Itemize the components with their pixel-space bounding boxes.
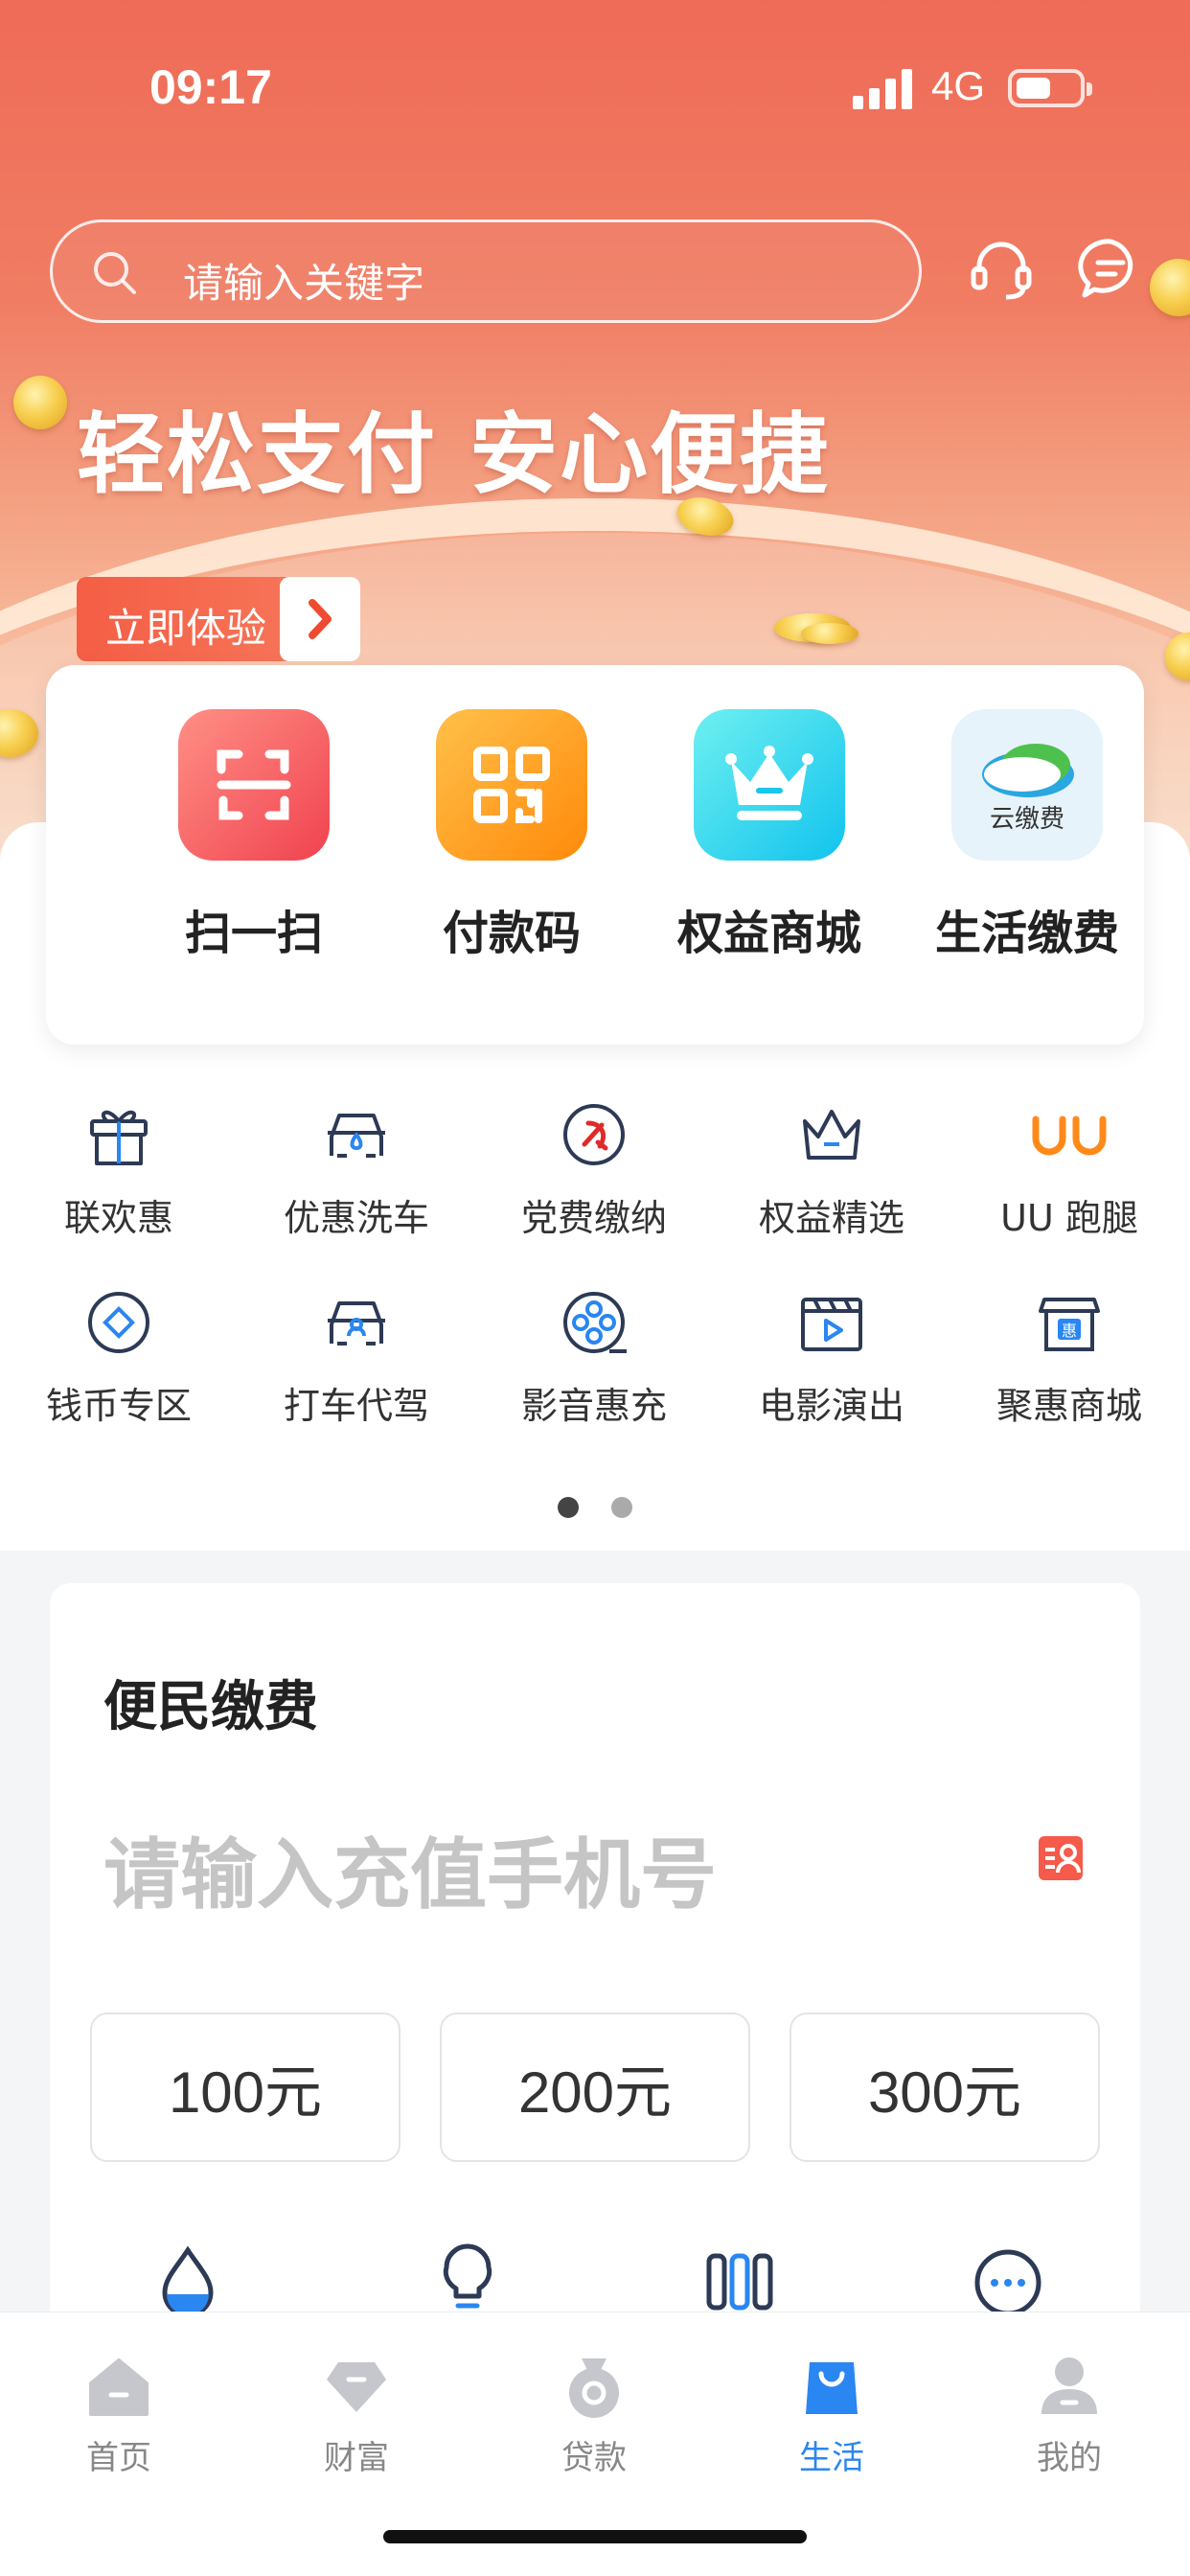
water-icon[interactable] bbox=[149, 2242, 226, 2319]
service-media-recharge[interactable]: 影音惠充 bbox=[475, 1288, 713, 1429]
page-dot[interactable] bbox=[611, 1497, 632, 1518]
contacts-icon[interactable] bbox=[1037, 1834, 1085, 1882]
tab-wealth[interactable]: 财富 bbox=[238, 2353, 475, 2478]
quick-action-payment-code[interactable]: 付款码 bbox=[397, 709, 627, 962]
shopping-bag-icon bbox=[806, 2362, 858, 2414]
more-icon[interactable] bbox=[970, 2242, 1046, 2319]
service-rights-select[interactable]: 权益精选 bbox=[713, 1100, 950, 1241]
gas-icon[interactable] bbox=[701, 2242, 778, 2319]
service-juhui-mall[interactable]: 惠 聚惠商城 bbox=[950, 1288, 1188, 1429]
home-icon bbox=[89, 2358, 149, 2416]
shop-icon: 惠 bbox=[1039, 1298, 1100, 1351]
service-party-dues[interactable]: 党费缴纳 bbox=[475, 1100, 713, 1241]
service-uu-errand[interactable]: UU 跑腿 bbox=[950, 1100, 1188, 1241]
service-label: 联欢惠 bbox=[63, 1197, 173, 1239]
chevron-right-icon bbox=[280, 577, 360, 661]
service-label: 权益精选 bbox=[758, 1197, 904, 1239]
banner-slogan: 轻松支付 安心便捷 bbox=[77, 403, 831, 506]
money-bag-icon bbox=[569, 2358, 619, 2418]
home-indicator[interactable] bbox=[383, 2530, 807, 2543]
bill-pay-title: 便民缴费 bbox=[103, 1676, 318, 1738]
service-label: UU 跑腿 bbox=[1000, 1197, 1138, 1239]
amount-option-200[interactable]: 200元 bbox=[440, 2012, 750, 2162]
uu-logo-icon bbox=[1032, 1116, 1107, 1156]
coin-decoration bbox=[13, 376, 67, 429]
quick-action-label: 权益商城 bbox=[676, 907, 861, 960]
crown-outline-icon bbox=[803, 1110, 860, 1160]
service-label: 聚惠商城 bbox=[995, 1385, 1142, 1427]
amount-option-300[interactable]: 300元 bbox=[790, 2012, 1100, 2162]
try-now-label: 立即体验 bbox=[105, 605, 267, 652]
coin-icon bbox=[88, 1292, 149, 1353]
service-label: 打车代驾 bbox=[283, 1385, 429, 1427]
service-label: 电影演出 bbox=[758, 1385, 904, 1427]
scan-icon bbox=[178, 709, 330, 861]
diamond-icon bbox=[327, 2362, 386, 2412]
tab-home[interactable]: 首页 bbox=[0, 2353, 238, 2478]
quick-action-label: 扫一扫 bbox=[184, 907, 323, 960]
search-input[interactable]: 请输入关键字 bbox=[50, 219, 922, 323]
service-taxi-driver[interactable]: 打车代驾 bbox=[238, 1288, 475, 1429]
coin-decoration bbox=[1150, 259, 1190, 316]
network-type: 4G bbox=[931, 63, 986, 108]
svg-text:惠: 惠 bbox=[1062, 1322, 1077, 1340]
quick-action-scan[interactable]: 扫一扫 bbox=[139, 709, 369, 962]
status-time: 09:17 bbox=[149, 60, 272, 114]
tab-label: 生活 bbox=[799, 2439, 864, 2477]
service-label: 钱币专区 bbox=[45, 1385, 192, 1427]
coin-decoration bbox=[801, 623, 858, 644]
electricity-icon[interactable] bbox=[429, 2242, 506, 2319]
quick-action-label: 付款码 bbox=[442, 907, 581, 960]
search-icon bbox=[94, 252, 136, 294]
try-now-button[interactable]: 立即体验 bbox=[77, 577, 360, 661]
driver-icon bbox=[328, 1301, 385, 1346]
qr-code-icon bbox=[436, 709, 587, 861]
signal-icon bbox=[853, 67, 916, 109]
party-emblem-icon bbox=[563, 1104, 625, 1165]
tab-label: 贷款 bbox=[561, 2439, 627, 2477]
crown-icon bbox=[694, 709, 845, 861]
battery-icon bbox=[1008, 69, 1092, 107]
service-label: 优惠洗车 bbox=[283, 1197, 429, 1239]
headset-icon[interactable] bbox=[968, 236, 1035, 303]
tab-label: 首页 bbox=[86, 2439, 151, 2477]
service-car-wash[interactable]: 优惠洗车 bbox=[238, 1100, 475, 1241]
service-label: 党费缴纳 bbox=[520, 1197, 667, 1239]
quick-action-bill-pay[interactable]: 云缴费 生活缴费 bbox=[912, 709, 1142, 962]
service-coin-zone[interactable]: 钱币专区 bbox=[0, 1288, 238, 1429]
phone-number-input[interactable]: 请输入充值手机号 bbox=[103, 1813, 717, 1924]
cloud-pay-badge: 云缴费 bbox=[989, 804, 1064, 834]
film-reel-icon bbox=[563, 1292, 627, 1353]
tab-label: 我的 bbox=[1037, 2439, 1102, 2477]
quick-actions-card: 扫一扫 付款码 权益商城 云缴费 生活缴费 bbox=[46, 665, 1144, 1045]
user-icon bbox=[1041, 2358, 1097, 2414]
tab-label: 财富 bbox=[324, 2439, 389, 2477]
amount-option-100[interactable]: 100元 bbox=[90, 2012, 400, 2162]
gift-icon bbox=[90, 1110, 148, 1165]
tab-loan[interactable]: 贷款 bbox=[475, 2353, 713, 2478]
clapperboard-icon bbox=[801, 1298, 862, 1351]
quick-action-label: 生活缴费 bbox=[934, 907, 1119, 960]
page-dot-active[interactable] bbox=[558, 1497, 579, 1518]
tab-life[interactable]: 生活 bbox=[713, 2353, 950, 2478]
car-wash-icon bbox=[328, 1114, 385, 1158]
cloud-pay-icon: 云缴费 bbox=[951, 709, 1103, 861]
tab-mine[interactable]: 我的 bbox=[950, 2353, 1188, 2478]
service-movies-shows[interactable]: 电影演出 bbox=[713, 1288, 950, 1429]
message-icon[interactable] bbox=[1077, 236, 1144, 303]
service-label: 影音惠充 bbox=[520, 1385, 667, 1427]
service-lianhuanhui[interactable]: 联欢惠 bbox=[0, 1100, 238, 1241]
search-placeholder: 请输入关键字 bbox=[183, 260, 425, 307]
quick-action-rights-mall[interactable]: 权益商城 bbox=[654, 709, 884, 962]
